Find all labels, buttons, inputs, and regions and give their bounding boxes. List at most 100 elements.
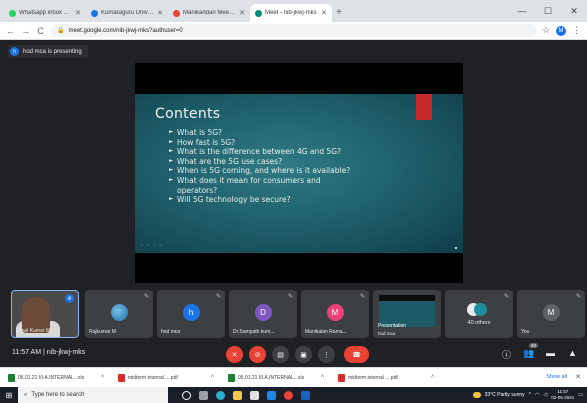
pin-icon[interactable]: ✎ <box>288 293 293 300</box>
tab-favicon-icon <box>173 9 180 17</box>
presentation-label: Presentation <box>378 323 407 329</box>
participant-tile-self-video[interactable]: ıll Vimal Kumar M <box>11 290 79 338</box>
excel-file-icon <box>228 373 235 382</box>
taskbar-search-box[interactable]: ⌕ Type here to search <box>18 387 168 403</box>
store-icon[interactable] <box>250 390 259 400</box>
meeting-info-icon[interactable]: ⓘ <box>502 348 511 361</box>
screen: Whatsapp inbox notification ✕ Kumaraguru… <box>0 0 587 403</box>
notification-icon[interactable]: ▭ <box>578 392 583 398</box>
task-view-icon[interactable] <box>199 390 208 400</box>
pin-icon[interactable]: ✎ <box>144 293 149 300</box>
participant-tile[interactable]: ✎ M Manikalan Rama... <box>301 290 369 338</box>
pin-icon[interactable]: ✎ <box>216 293 221 300</box>
edge-icon[interactable] <box>216 390 225 400</box>
reload-button[interactable]: C <box>36 26 45 36</box>
chevron-up-icon[interactable]: ^ <box>101 375 110 381</box>
windows-start-icon[interactable]: ⊞ <box>0 387 18 403</box>
pdf-file-icon <box>338 373 345 382</box>
leave-call-button[interactable]: ☎ <box>344 346 369 363</box>
browser-tab[interactable]: Kumaraguru University Events ✕ <box>86 4 168 22</box>
captions-button[interactable]: ▤ <box>272 346 289 363</box>
profile-avatar[interactable]: M <box>556 25 566 36</box>
chevron-up-icon[interactable]: ^ <box>211 375 220 381</box>
tab-favicon-icon <box>255 9 262 17</box>
more-options-button[interactable]: ⋮ <box>318 346 335 363</box>
participant-tile-you[interactable]: ✎ M You <box>517 290 585 338</box>
download-item[interactable]: midterm internal ....pdf ^ <box>118 373 220 382</box>
people-count-badge: 40 <box>529 343 539 348</box>
participant-tile[interactable]: ✎ Rajkumar M <box>85 290 153 338</box>
close-downloads-icon[interactable]: ✕ <box>575 373 581 381</box>
close-window-button[interactable]: ✕ <box>561 6 587 17</box>
maximize-button[interactable]: ☐ <box>535 6 561 17</box>
chevron-up-icon[interactable]: ^ <box>431 375 440 381</box>
meeting-code: nib-jkwj-mks <box>46 349 86 356</box>
windows-taskbar: ⊞ ⌕ Type here to search 33°C Partly sunn… <box>0 387 587 403</box>
tab-close-icon[interactable]: ✕ <box>75 9 81 17</box>
meeting-time: 11:57 AM <box>12 349 42 356</box>
slide-accent-block <box>416 94 432 120</box>
chevron-up-icon[interactable]: ^ <box>321 375 330 381</box>
participant-avatar: M <box>542 304 560 321</box>
tab-close-icon[interactable]: ✕ <box>157 9 163 17</box>
file-explorer-icon[interactable] <box>233 390 242 400</box>
slide-bullet: When is 5G coming, and where is it avail… <box>169 166 419 176</box>
system-tray: 33°C Partly sunny ^ ◠ ◁ 11:57 02-05-2021… <box>472 387 583 403</box>
cortana-icon[interactable] <box>182 390 191 400</box>
presentation-tile[interactable]: Presentation hod mca <box>373 290 441 338</box>
tab-close-icon[interactable]: ✕ <box>321 9 327 17</box>
browser-tab[interactable]: Manikandan Meet Dashboard ✕ <box>168 4 250 22</box>
download-item[interactable]: 05.01.21 III.A.INTERNAL...xls ^ <box>228 373 330 382</box>
participant-strip: ıll Vimal Kumar M ✎ Rajkumar M ✎ h hod m… <box>11 290 587 338</box>
present-now-button[interactable]: ▣ <box>295 346 312 363</box>
browser-tab[interactable]: Whatsapp inbox notification ✕ <box>4 4 86 22</box>
url-text: meet.google.com/nib-jkwj-mks?authuser=0 <box>68 27 183 34</box>
new-tab-button[interactable]: + <box>336 4 342 22</box>
download-item[interactable]: 05.01.21 III.A.INTERNAL...xls ^ <box>8 373 110 382</box>
participant-tile[interactable]: ✎ D Dr.Sampath kum... <box>229 290 297 338</box>
slide-bullet: What is the difference between 4G and 5G… <box>169 147 419 157</box>
minimize-button[interactable]: — <box>509 6 535 16</box>
presenter-avatar: h <box>10 47 19 56</box>
app-icon[interactable] <box>301 390 310 400</box>
download-filename: midterm internal ....pdf <box>128 374 178 381</box>
network-icon[interactable]: ◠ <box>535 392 539 398</box>
slide-bullet: What does it mean for consumers and oper… <box>169 176 359 195</box>
pdf-file-icon <box>118 373 125 382</box>
pin-icon[interactable]: ✎ <box>360 293 365 300</box>
browser-menu-icon[interactable]: ⋮ <box>572 25 581 36</box>
bookmark-star-icon[interactable]: ☆ <box>542 25 550 36</box>
participant-name: You <box>521 329 530 335</box>
participant-name: hod mca <box>378 331 396 336</box>
pin-icon[interactable]: ✎ <box>576 293 581 300</box>
download-filename: midterm internal ....pdf <box>348 374 398 381</box>
forward-button[interactable]: → <box>21 26 30 36</box>
others-tile[interactable]: ✎ 40 others <box>445 290 513 338</box>
tab-close-icon[interactable]: ✕ <box>239 9 245 17</box>
people-glyph: 👥 <box>523 348 535 358</box>
download-item[interactable]: midterm internal ....pdf ^ <box>338 373 440 382</box>
mail-icon[interactable] <box>267 390 276 400</box>
people-icon[interactable]: 👥 40 <box>523 343 539 359</box>
tray-chevron-icon[interactable]: ^ <box>529 392 531 398</box>
show-all-downloads-link[interactable]: Show all <box>546 374 567 380</box>
weather-text[interactable]: 33°C Partly sunny <box>485 392 525 398</box>
participant-tile[interactable]: ✎ h hod mca <box>157 290 225 338</box>
mic-toggle-button[interactable]: ✕ <box>226 346 243 363</box>
camera-toggle-button[interactable]: ⊘ <box>249 346 266 363</box>
chat-icon[interactable]: ▬ <box>546 348 555 358</box>
volume-icon[interactable]: ◁ <box>543 392 547 398</box>
taskbar-clock[interactable]: 11:57 02-05-2021 <box>551 389 574 401</box>
window-controls: — ☐ ✕ <box>509 0 587 22</box>
back-button[interactable]: ← <box>6 26 15 36</box>
slide-bullet: What are the 5G use cases? <box>169 157 419 167</box>
shared-slide: Contents What is 5G? How fast is 5G? Wha… <box>135 94 463 253</box>
url-field[interactable]: 🔒 meet.google.com/nib-jkwj-mks?authuser=… <box>51 24 536 37</box>
presenting-indicator: h hod mca is presenting <box>8 45 88 58</box>
pin-icon[interactable]: ✎ <box>504 293 509 300</box>
address-bar-row: ← → C 🔒 meet.google.com/nib-jkwj-mks?aut… <box>0 22 587 40</box>
browser-tab-active[interactable]: Meet - nib-jkwj-mks ✕ <box>250 4 332 22</box>
chrome-icon[interactable] <box>284 390 293 400</box>
activities-icon[interactable]: ▲ <box>568 348 577 358</box>
participant-avatar: h <box>182 304 200 321</box>
